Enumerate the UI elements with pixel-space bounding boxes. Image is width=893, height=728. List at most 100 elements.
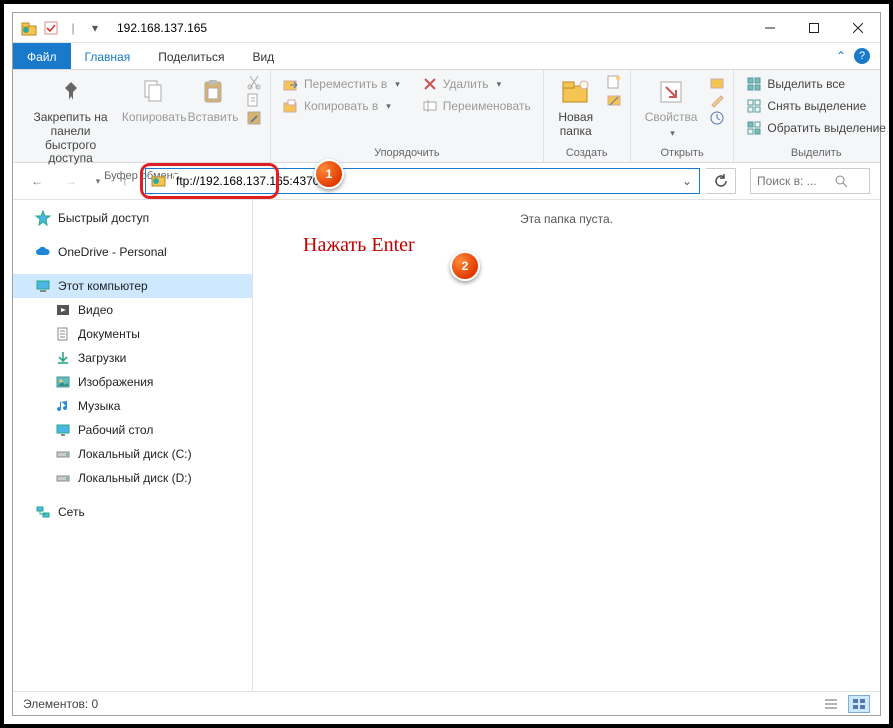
computer-icon bbox=[35, 278, 51, 294]
tab-share[interactable]: Поделиться bbox=[144, 43, 238, 69]
qat-checkbox-icon[interactable] bbox=[43, 20, 59, 36]
address-dropdown-icon[interactable]: ⌄ bbox=[675, 169, 699, 193]
annotation-badge-2: 2 bbox=[450, 251, 480, 281]
nav-back-button[interactable]: ← bbox=[23, 167, 51, 195]
drive-icon bbox=[55, 470, 71, 486]
address-input[interactable] bbox=[174, 174, 675, 188]
properties-button[interactable]: Свойства▾ bbox=[639, 74, 704, 140]
copypath-icon[interactable] bbox=[246, 92, 262, 108]
sidebar-disk-d[interactable]: Локальный диск (D:) bbox=[13, 466, 252, 490]
paste-icon bbox=[197, 76, 229, 108]
cut-icon[interactable] bbox=[246, 74, 262, 90]
group-label-organize: Упорядочить bbox=[279, 145, 535, 160]
navbar: ← → ▾ ↑ ⌄ bbox=[13, 163, 880, 199]
tab-home[interactable]: Главная bbox=[71, 43, 145, 69]
minimize-button[interactable] bbox=[748, 13, 792, 43]
nav-forward-button[interactable]: → bbox=[57, 167, 85, 195]
sidebar-desktop[interactable]: Рабочий стол bbox=[13, 418, 252, 442]
group-clipboard: Закрепить на панели быстрого доступа Коп… bbox=[13, 70, 271, 162]
select-invert-button[interactable]: Обратить выделение bbox=[742, 118, 890, 138]
edit-icon[interactable] bbox=[709, 92, 725, 108]
refresh-button[interactable] bbox=[706, 168, 736, 194]
move-to-icon bbox=[283, 76, 299, 92]
paste-shortcut-icon[interactable] bbox=[246, 110, 262, 126]
tab-file[interactable]: Файл bbox=[13, 43, 71, 69]
sidebar-quick-access[interactable]: Быстрый доступ bbox=[13, 206, 252, 230]
drive-icon bbox=[55, 446, 71, 462]
content-area: Быстрый доступ OneDrive - Personal Этот … bbox=[13, 199, 880, 691]
properties-icon bbox=[655, 76, 687, 108]
sidebar-videos[interactable]: Видео bbox=[13, 298, 252, 322]
new-folder-button[interactable]: Новая папка bbox=[552, 74, 600, 141]
annotation-badge-1: 1 bbox=[314, 159, 344, 189]
annotation-text: Нажать Enter bbox=[303, 234, 415, 257]
qat-dropdown-icon[interactable]: ▾ bbox=[87, 20, 103, 36]
rename-icon bbox=[422, 98, 438, 114]
pin-icon bbox=[55, 76, 87, 108]
sidebar-documents[interactable]: Документы bbox=[13, 322, 252, 346]
window-title: 192.168.137.165 bbox=[111, 21, 207, 35]
sidebar-network[interactable]: Сеть bbox=[13, 500, 252, 524]
select-none-button[interactable]: Снять выделение bbox=[742, 96, 890, 116]
downloads-icon bbox=[55, 350, 71, 366]
sidebar-music[interactable]: Музыка bbox=[13, 394, 252, 418]
ribbon: Закрепить на панели быстрого доступа Коп… bbox=[13, 69, 880, 163]
new-item-icon[interactable] bbox=[606, 74, 622, 90]
nav-pane[interactable]: Быстрый доступ OneDrive - Personal Этот … bbox=[13, 200, 253, 691]
sidebar-downloads[interactable]: Загрузки bbox=[13, 346, 252, 370]
group-select: Выделить все Снять выделение Обратить вы… bbox=[734, 70, 893, 162]
pin-button[interactable]: Закрепить на панели быстрого доступа bbox=[21, 74, 120, 168]
nav-recent-button[interactable]: ▾ bbox=[91, 167, 105, 195]
delete-button[interactable]: Удалить▾ bbox=[418, 74, 535, 94]
star-icon bbox=[35, 210, 51, 226]
select-invert-icon bbox=[746, 120, 762, 136]
file-list[interactable]: Эта папка пуста. Нажать Enter bbox=[253, 200, 880, 691]
help-icon[interactable]: ? bbox=[854, 48, 870, 64]
move-to-button[interactable]: Переместить в▾ bbox=[279, 74, 404, 94]
titlebar: | ▾ 192.168.137.165 bbox=[13, 13, 880, 43]
ribbon-collapse-icon[interactable]: ⌃ bbox=[836, 49, 846, 63]
app-icon bbox=[21, 20, 37, 36]
sidebar-this-pc[interactable]: Этот компьютер bbox=[13, 274, 252, 298]
group-new: Новая папка Создать bbox=[544, 70, 631, 162]
easy-access-icon[interactable] bbox=[606, 92, 622, 108]
select-none-icon bbox=[746, 98, 762, 114]
status-bar: Элементов: 0 bbox=[13, 691, 880, 715]
copy-icon bbox=[138, 76, 170, 108]
open-icon[interactable] bbox=[709, 74, 725, 90]
sidebar-pictures[interactable]: Изображения bbox=[13, 370, 252, 394]
tab-view[interactable]: Вид bbox=[238, 43, 288, 69]
address-icon bbox=[150, 171, 170, 191]
copy-to-button[interactable]: Копировать в▾ bbox=[279, 96, 404, 116]
search-box[interactable] bbox=[750, 168, 870, 194]
group-organize: Переместить в▾ Копировать в▾ Удалить▾ Пе… bbox=[271, 70, 544, 162]
group-label-select: Выделить bbox=[742, 145, 890, 160]
close-button[interactable] bbox=[836, 13, 880, 43]
select-all-icon bbox=[746, 76, 762, 92]
search-icon bbox=[835, 175, 848, 188]
maximize-button[interactable] bbox=[792, 13, 836, 43]
qat-divider-icon: | bbox=[65, 20, 81, 36]
delete-icon bbox=[422, 76, 438, 92]
history-icon[interactable] bbox=[709, 110, 725, 126]
address-bar[interactable]: ⌄ bbox=[145, 168, 700, 194]
view-icons-button[interactable] bbox=[848, 695, 870, 713]
sidebar-onedrive[interactable]: OneDrive - Personal bbox=[13, 240, 252, 264]
cloud-icon bbox=[35, 244, 51, 260]
sidebar-disk-c[interactable]: Локальный диск (C:) bbox=[13, 442, 252, 466]
video-icon bbox=[55, 302, 71, 318]
explorer-window: | ▾ 192.168.137.165 Файл Главная Поделит… bbox=[12, 12, 881, 716]
documents-icon bbox=[55, 326, 71, 342]
group-open: Свойства▾ Открыть bbox=[631, 70, 735, 162]
view-details-button[interactable] bbox=[820, 695, 842, 713]
rename-button[interactable]: Переименовать bbox=[418, 96, 535, 116]
search-input[interactable] bbox=[757, 174, 829, 188]
nav-up-button[interactable]: ↑ bbox=[111, 167, 139, 195]
desktop-icon bbox=[55, 422, 71, 438]
empty-message: Эта папка пуста. bbox=[520, 212, 613, 226]
copy-button[interactable]: Копировать bbox=[124, 74, 184, 127]
status-count: Элементов: 0 bbox=[23, 697, 98, 711]
select-all-button[interactable]: Выделить все bbox=[742, 74, 890, 94]
paste-button[interactable]: Вставить bbox=[188, 74, 238, 127]
group-label-open: Открыть bbox=[639, 145, 726, 160]
